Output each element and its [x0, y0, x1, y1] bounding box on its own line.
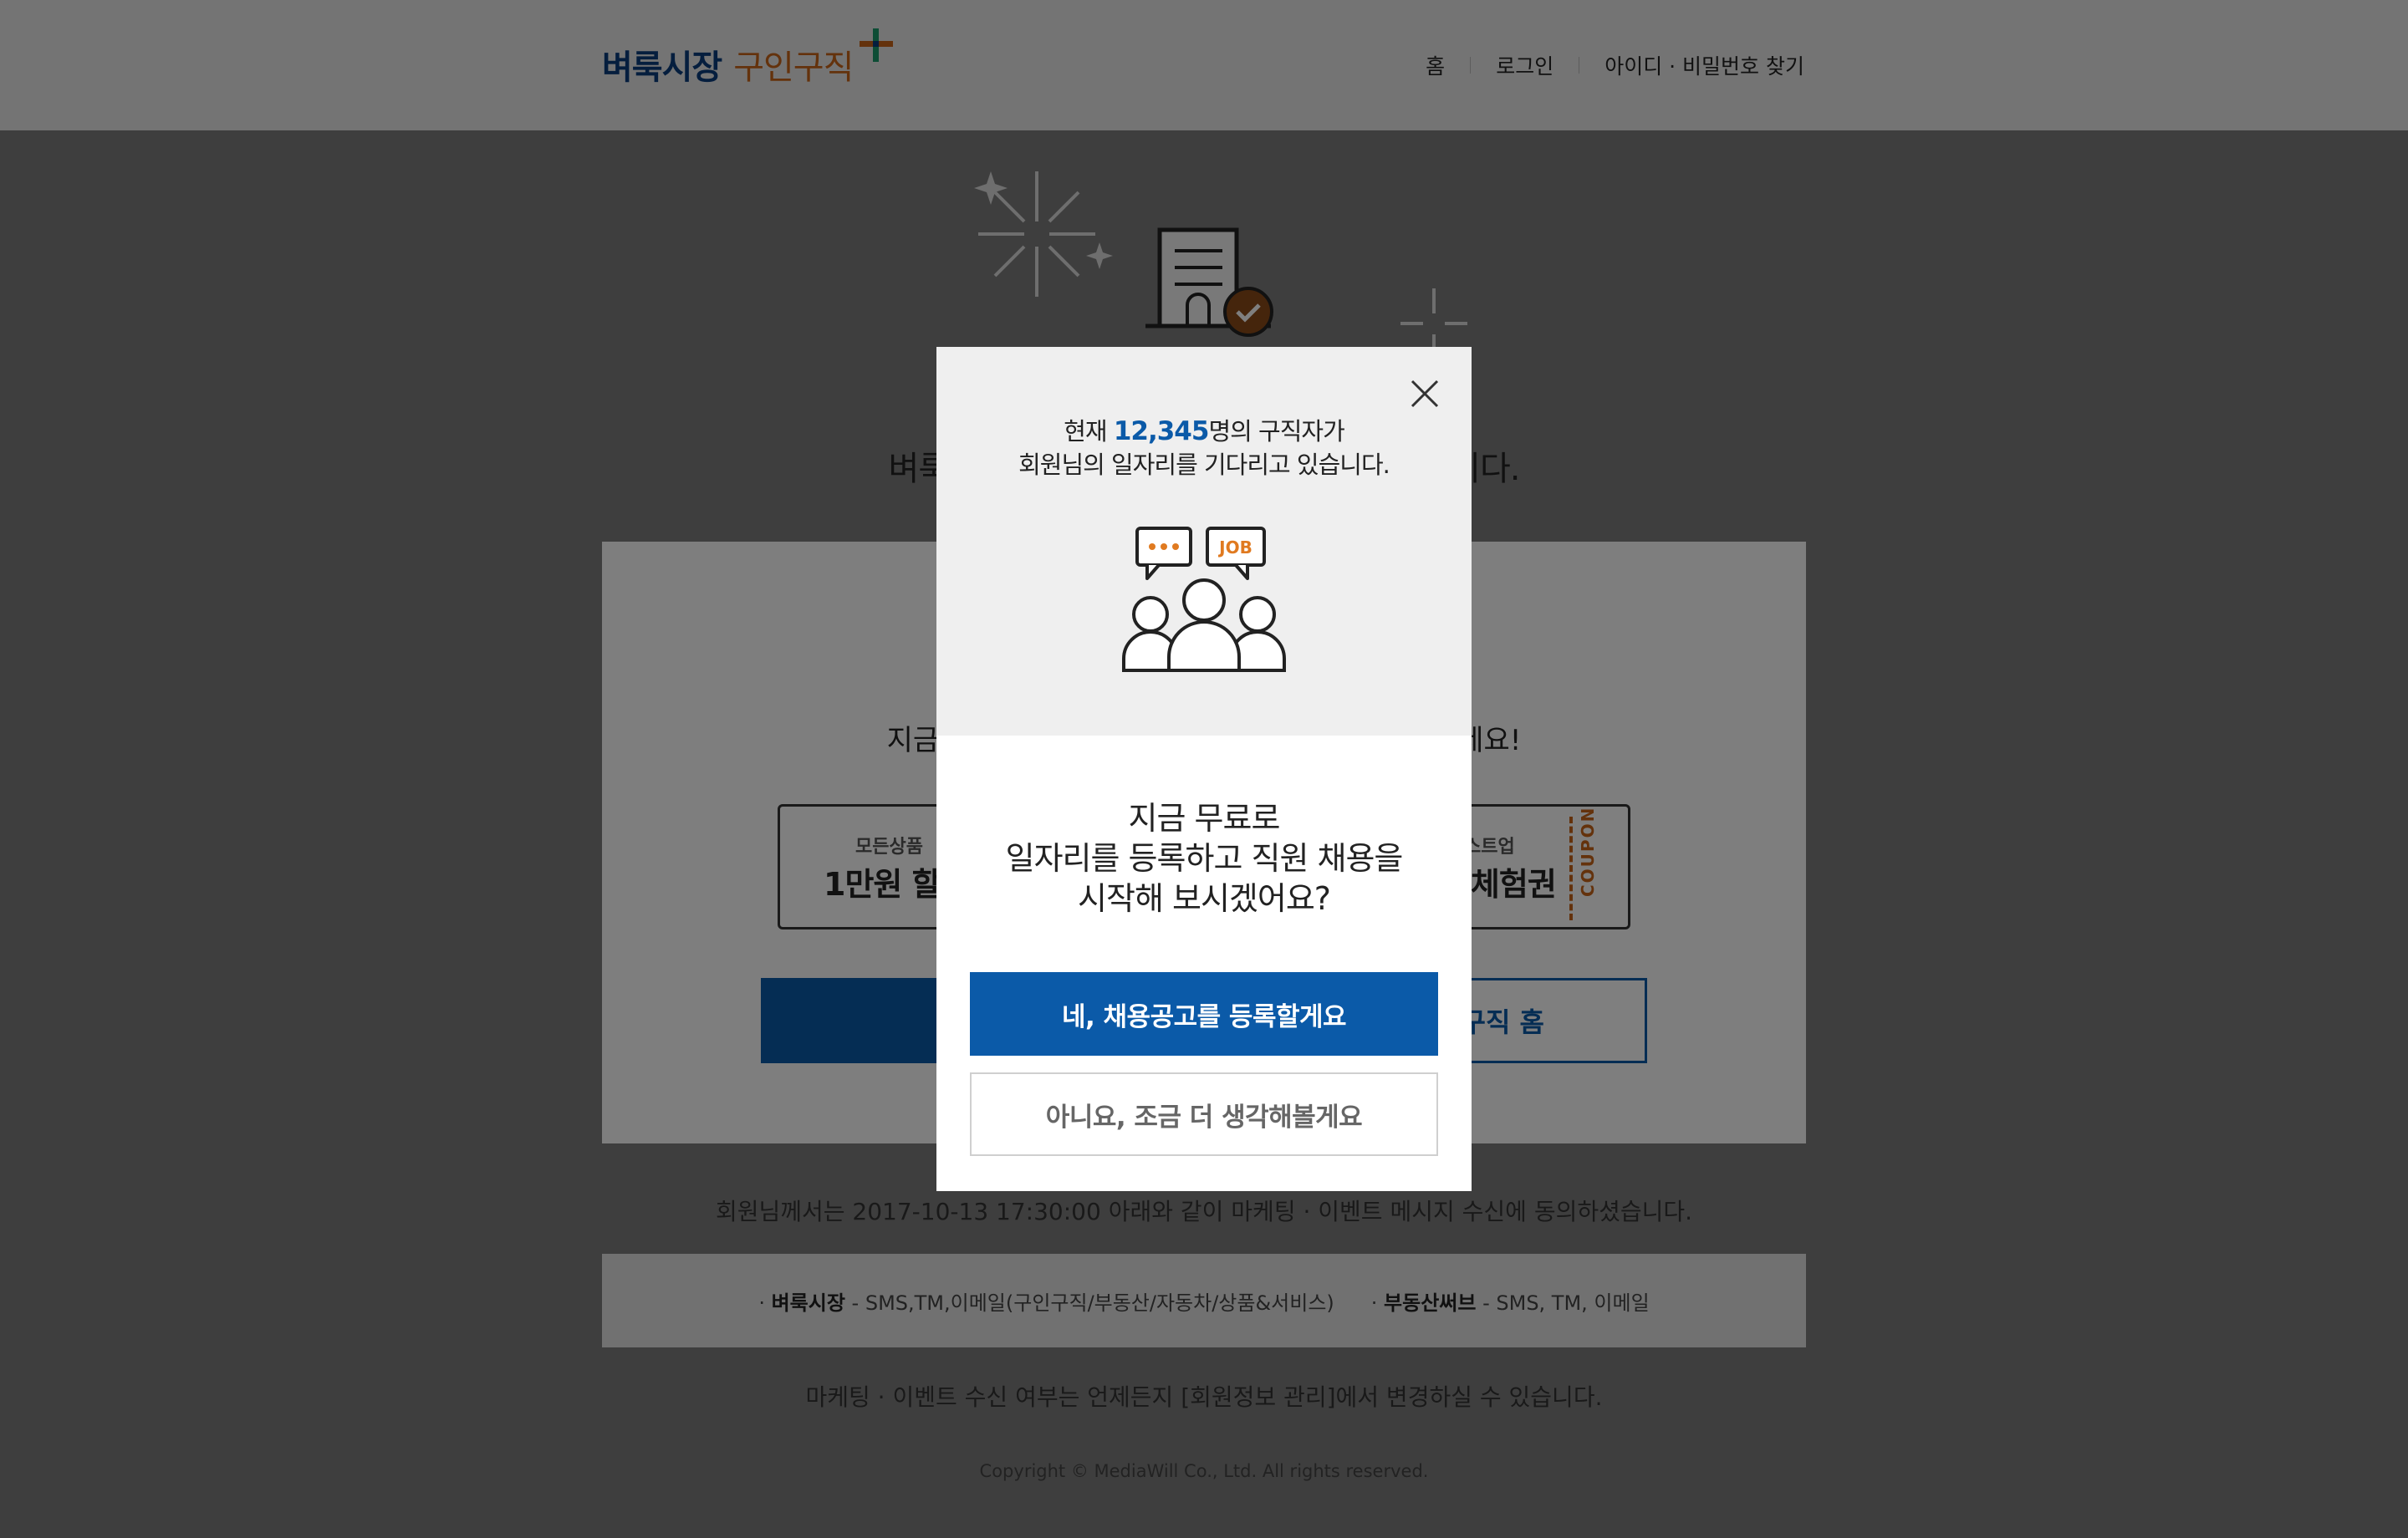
job-seeker-count-text: 현재 12,345명의 구직자가 [1064, 416, 1345, 446]
waiting-text: 회원님의 일자리를 기다리고 있습니다. [1018, 451, 1390, 479]
job-seeker-count: 12,345 [1113, 416, 1210, 446]
modal-header-area: 현재 12,345명의 구직자가 회원님의 일자리를 기다리고 있습니다. JO… [936, 347, 1472, 736]
svg-text:JOB: JOB [1217, 537, 1252, 558]
people-chat-icon: JOB [1122, 527, 1286, 672]
job-posting-modal: 현재 12,345명의 구직자가 회원님의 일자리를 기다리고 있습니다. JO… [936, 347, 1472, 1191]
think-more-button[interactable]: 아니요, 조금 더 생각해볼게요 [970, 1072, 1438, 1156]
modal-question: 지금 무료로 일자리를 등록하고 직원 채용을 시작해 보시겠어요? [1005, 800, 1404, 917]
close-icon[interactable] [1410, 379, 1440, 409]
register-job-posting-button[interactable]: 네, 채용공고를 등록할게요 [970, 972, 1438, 1056]
